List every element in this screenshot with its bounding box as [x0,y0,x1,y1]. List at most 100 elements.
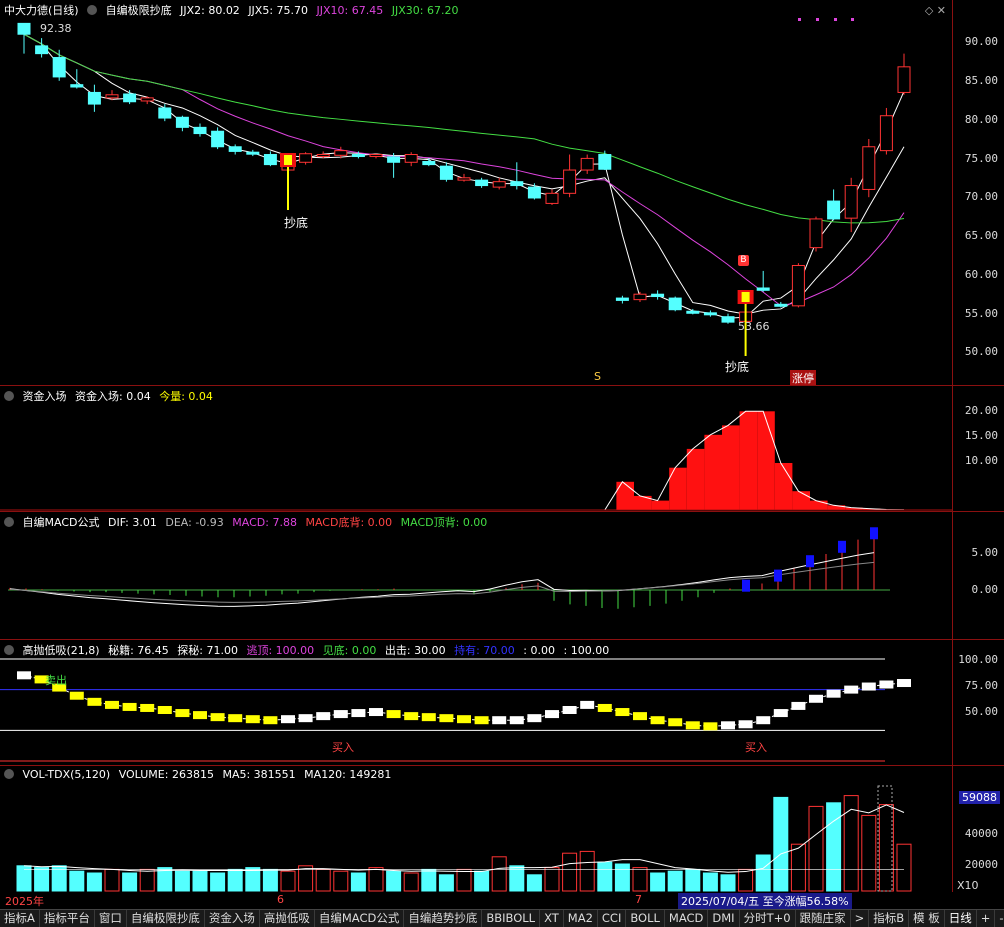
candle-body [775,304,787,306]
tab-indicator-a[interactable]: 指标A [0,910,40,927]
zoom-in-button[interactable]: + [977,910,996,927]
zhangting-badge: 涨停 [790,370,816,386]
tab-gaopao-dixi[interactable]: 高抛低吸 [260,910,315,927]
high-label: 92.38 [40,22,72,35]
macd-tick: 5.00 [972,546,999,559]
tab-daily[interactable]: 日线 [945,910,977,927]
date-axis: 2025年 6 7 2025/07/04/五 至今涨幅56.58% [0,892,952,908]
fund-tick: 20.00 [965,404,998,417]
candle-body [370,155,382,157]
candle-body [264,155,276,165]
gaopao-block [633,712,647,720]
volume-bar [563,853,577,891]
tab-trend-chaodi[interactable]: 自编趋势抄底 [404,910,482,927]
volume-bar [739,869,753,891]
date-start: 2025年 [5,893,44,909]
volume-unit: X10 [957,879,979,892]
gaopao-block [827,690,841,698]
tab-indicator-b[interactable]: 指标B [869,910,909,927]
tab-macd[interactable]: MACD [665,910,708,927]
candle-body [124,94,136,102]
tab-ma2[interactable]: MA2 [564,910,598,927]
gaopao-block [774,709,788,717]
volume-bar [281,871,295,891]
macd-signal-box [806,555,814,567]
volume-bar [580,851,594,891]
gaopao-chart [0,640,952,766]
volume-bar [703,873,717,891]
gaopao-block [580,701,594,709]
gaopao-block [281,715,295,723]
gaopao-block [527,714,541,722]
gaopao-block [545,710,559,718]
candle-body [863,147,875,190]
volume-bar [598,862,612,891]
volume-bar [457,869,471,891]
tab-bbiboll[interactable]: BBIBOLL [482,910,540,927]
candle-body [704,313,716,315]
gaopao-block [228,714,242,722]
volume-bar [351,873,365,891]
candle-body [440,166,452,179]
candle-body [564,170,576,193]
gaopao-block [862,683,876,691]
volume-bar [140,869,154,891]
candle-body [810,219,822,248]
sell-signal-label: 卖出 [45,672,67,688]
candle-body [546,193,558,203]
tab-fund-entry[interactable]: 资金入场 [205,910,260,927]
tab-xt[interactable]: XT [540,910,564,927]
tab-boll[interactable]: BOLL [626,910,665,927]
candle-body [212,131,224,147]
buy-signal-label: 买入 [332,739,354,755]
volume-bar [246,868,260,891]
gaopao-pane[interactable]: 高抛低吸(21,8) 秘籍: 76.45 探秘: 71.00 逃顶: 100.0… [0,639,1004,765]
tab-dmi[interactable]: DMI [708,910,739,927]
fund-bar [616,482,634,510]
gaopao-block [105,701,119,709]
tab-jixian-chaodi[interactable]: 自编极限抄底 [127,910,205,927]
gaopao-block [175,709,189,717]
fund-pane[interactable]: 资金入场 资金入场: 0.04 今量: 0.04 20.00 15.00 10.… [0,385,1004,511]
volume-pane[interactable]: VOL-TDX(5,120) VOLUME: 263815 MA5: 38155… [0,765,1004,892]
tab-window[interactable]: 窗口 [95,910,127,927]
gaopao-block [246,715,260,723]
macd-pane[interactable]: 自编MACD公式 DIF: 3.01 DEA: -0.93 MACD: 7.88… [0,511,1004,639]
candle-body [317,155,329,157]
tab-template[interactable]: 模 板 [909,910,945,927]
candle-body [388,157,400,162]
candle-body [599,155,611,170]
gaopao-axis: 100.00 75.00 50.00 [952,640,1004,765]
candle-body [581,158,593,170]
gaopao-block [492,716,506,724]
candle-body [18,23,30,34]
gaopao-block [351,709,365,717]
gaopao-block [369,708,383,716]
price-tick: 50.00 [965,345,998,358]
price-pane[interactable]: 中大力德(日线) 自编极限抄底 JJX2: 80.02 JJX5: 75.70 … [0,0,1004,385]
gaopao-block [439,714,453,722]
volume-bar [439,875,453,891]
macd-chart [0,512,952,640]
gaopao-block [615,708,629,716]
price-tick: 85.00 [965,74,998,87]
gaopao-block [140,704,154,712]
volume-bar [404,873,418,891]
date-month-7: 7 [635,893,642,906]
zoom-out-button[interactable]: - [995,910,1004,927]
date-status: 2025/07/04/五 至今涨幅56.58% [678,893,852,909]
tab-indicator-platform[interactable]: 指标平台 [40,910,95,927]
tab-cci[interactable]: CCI [598,910,626,927]
gaopao-block [756,716,770,724]
tab-follow-dealer[interactable]: 跟随庄家 [796,910,851,927]
gaopao-block [879,681,893,689]
b-badge: B [738,255,749,266]
macd-signal-box [838,541,846,553]
candle-body [53,58,65,77]
tab-more-arrow[interactable]: > [851,910,870,927]
price-tick: 75.00 [965,152,998,165]
gaopao-block [316,712,330,720]
tab-intraday-t0[interactable]: 分时T+0 [740,910,796,927]
candle-body [669,298,681,310]
tab-custom-macd[interactable]: 自编MACD公式 [315,910,404,927]
